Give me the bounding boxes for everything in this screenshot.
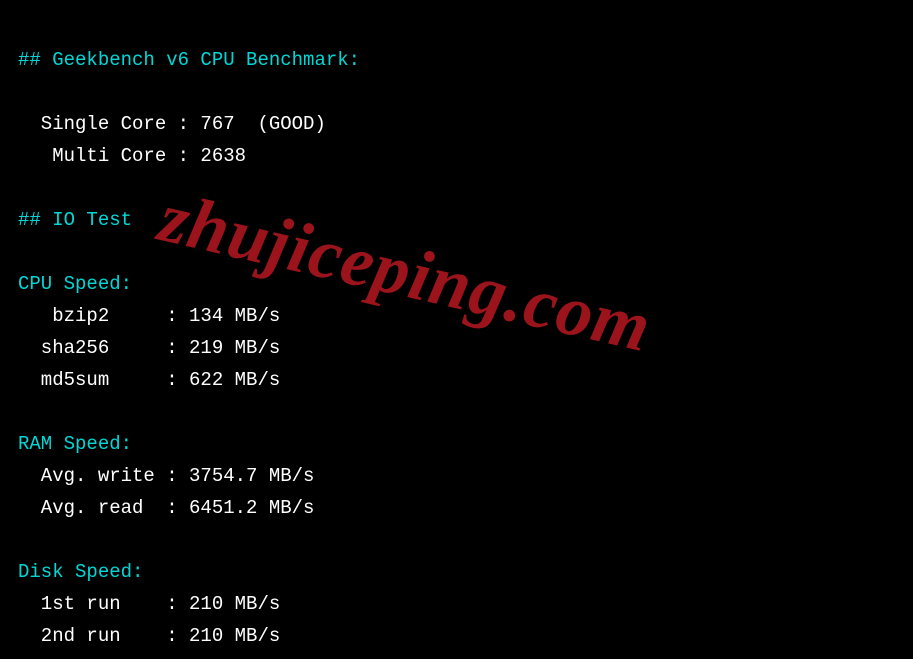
cpu-speed-header: CPU Speed: — [18, 273, 132, 295]
single-core-line: Single Core : 767 (GOOD) — [18, 113, 326, 135]
disk-run1-line: 1st run : 210 MB/s — [18, 593, 280, 615]
geekbench-header: ## Geekbench v6 CPU Benchmark: — [18, 49, 360, 71]
cpu-sha256-line: sha256 : 219 MB/s — [18, 337, 280, 359]
ram-speed-header: RAM Speed: — [18, 433, 132, 455]
ram-write-line: Avg. write : 3754.7 MB/s — [18, 465, 314, 487]
disk-run2-line: 2nd run : 210 MB/s — [18, 625, 280, 647]
terminal-window: ## Geekbench v6 CPU Benchmark: Single Co… — [0, 0, 913, 659]
disk-speed-header: Disk Speed: — [18, 561, 143, 583]
io-test-header: ## IO Test — [18, 209, 132, 231]
ram-read-line: Avg. read : 6451.2 MB/s — [18, 497, 314, 519]
cpu-md5sum-line: md5sum : 622 MB/s — [18, 369, 280, 391]
multi-core-line: Multi Core : 2638 — [18, 145, 246, 167]
watermark-text: zhujiceping.com — [158, 200, 847, 389]
cpu-bzip2-line: bzip2 : 134 MB/s — [18, 305, 280, 327]
